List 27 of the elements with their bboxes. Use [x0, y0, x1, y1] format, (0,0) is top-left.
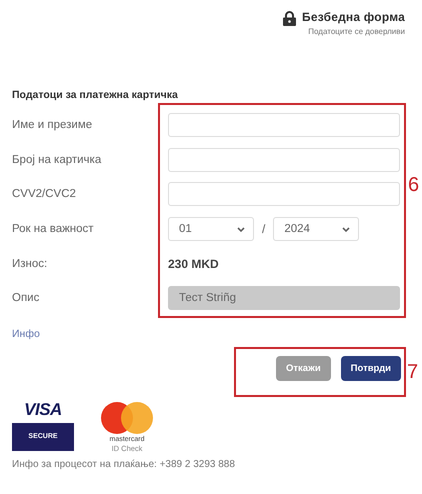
section-title: Податоци за платежна картичка	[12, 88, 179, 103]
chevron-icon	[342, 226, 350, 232]
lock-icon	[283, 11, 296, 26]
annotation-number: 7	[407, 362, 418, 382]
amount-value: 230 MKD	[168, 256, 219, 271]
input-field[interactable]	[168, 148, 400, 172]
dropdown[interactable]: 01	[168, 217, 254, 242]
input-field[interactable]	[168, 182, 400, 206]
form-subtitle: Податоците се доверливи	[308, 27, 405, 36]
field-label: Број на картичка	[12, 154, 102, 166]
field-label: Износ:	[12, 258, 48, 270]
date-separator: /	[262, 222, 266, 236]
field-label: Рок на важност	[12, 223, 95, 236]
dropdown[interactable]: 2024	[273, 217, 360, 242]
payment-info-text: Инфо за процесот на плаќање: +389 2 3293 888	[11, 458, 236, 470]
confirm-button[interactable]: Потврди	[340, 356, 401, 381]
field-label: Име и презиме	[12, 119, 94, 132]
chevron-icon	[237, 226, 245, 232]
info-link[interactable]: Инфо	[12, 328, 40, 340]
annotation-number: 6	[408, 175, 420, 195]
mastercard-circles-icon	[101, 402, 153, 434]
visa-logo-text: VISA	[24, 400, 62, 419]
description-field: Тест Striñg	[168, 286, 400, 310]
input-field[interactable]	[168, 113, 400, 138]
field-label: Опис	[12, 292, 40, 304]
field-label: CVV2/CVC2	[12, 188, 77, 200]
form-title: Безбедна форма	[302, 10, 405, 24]
